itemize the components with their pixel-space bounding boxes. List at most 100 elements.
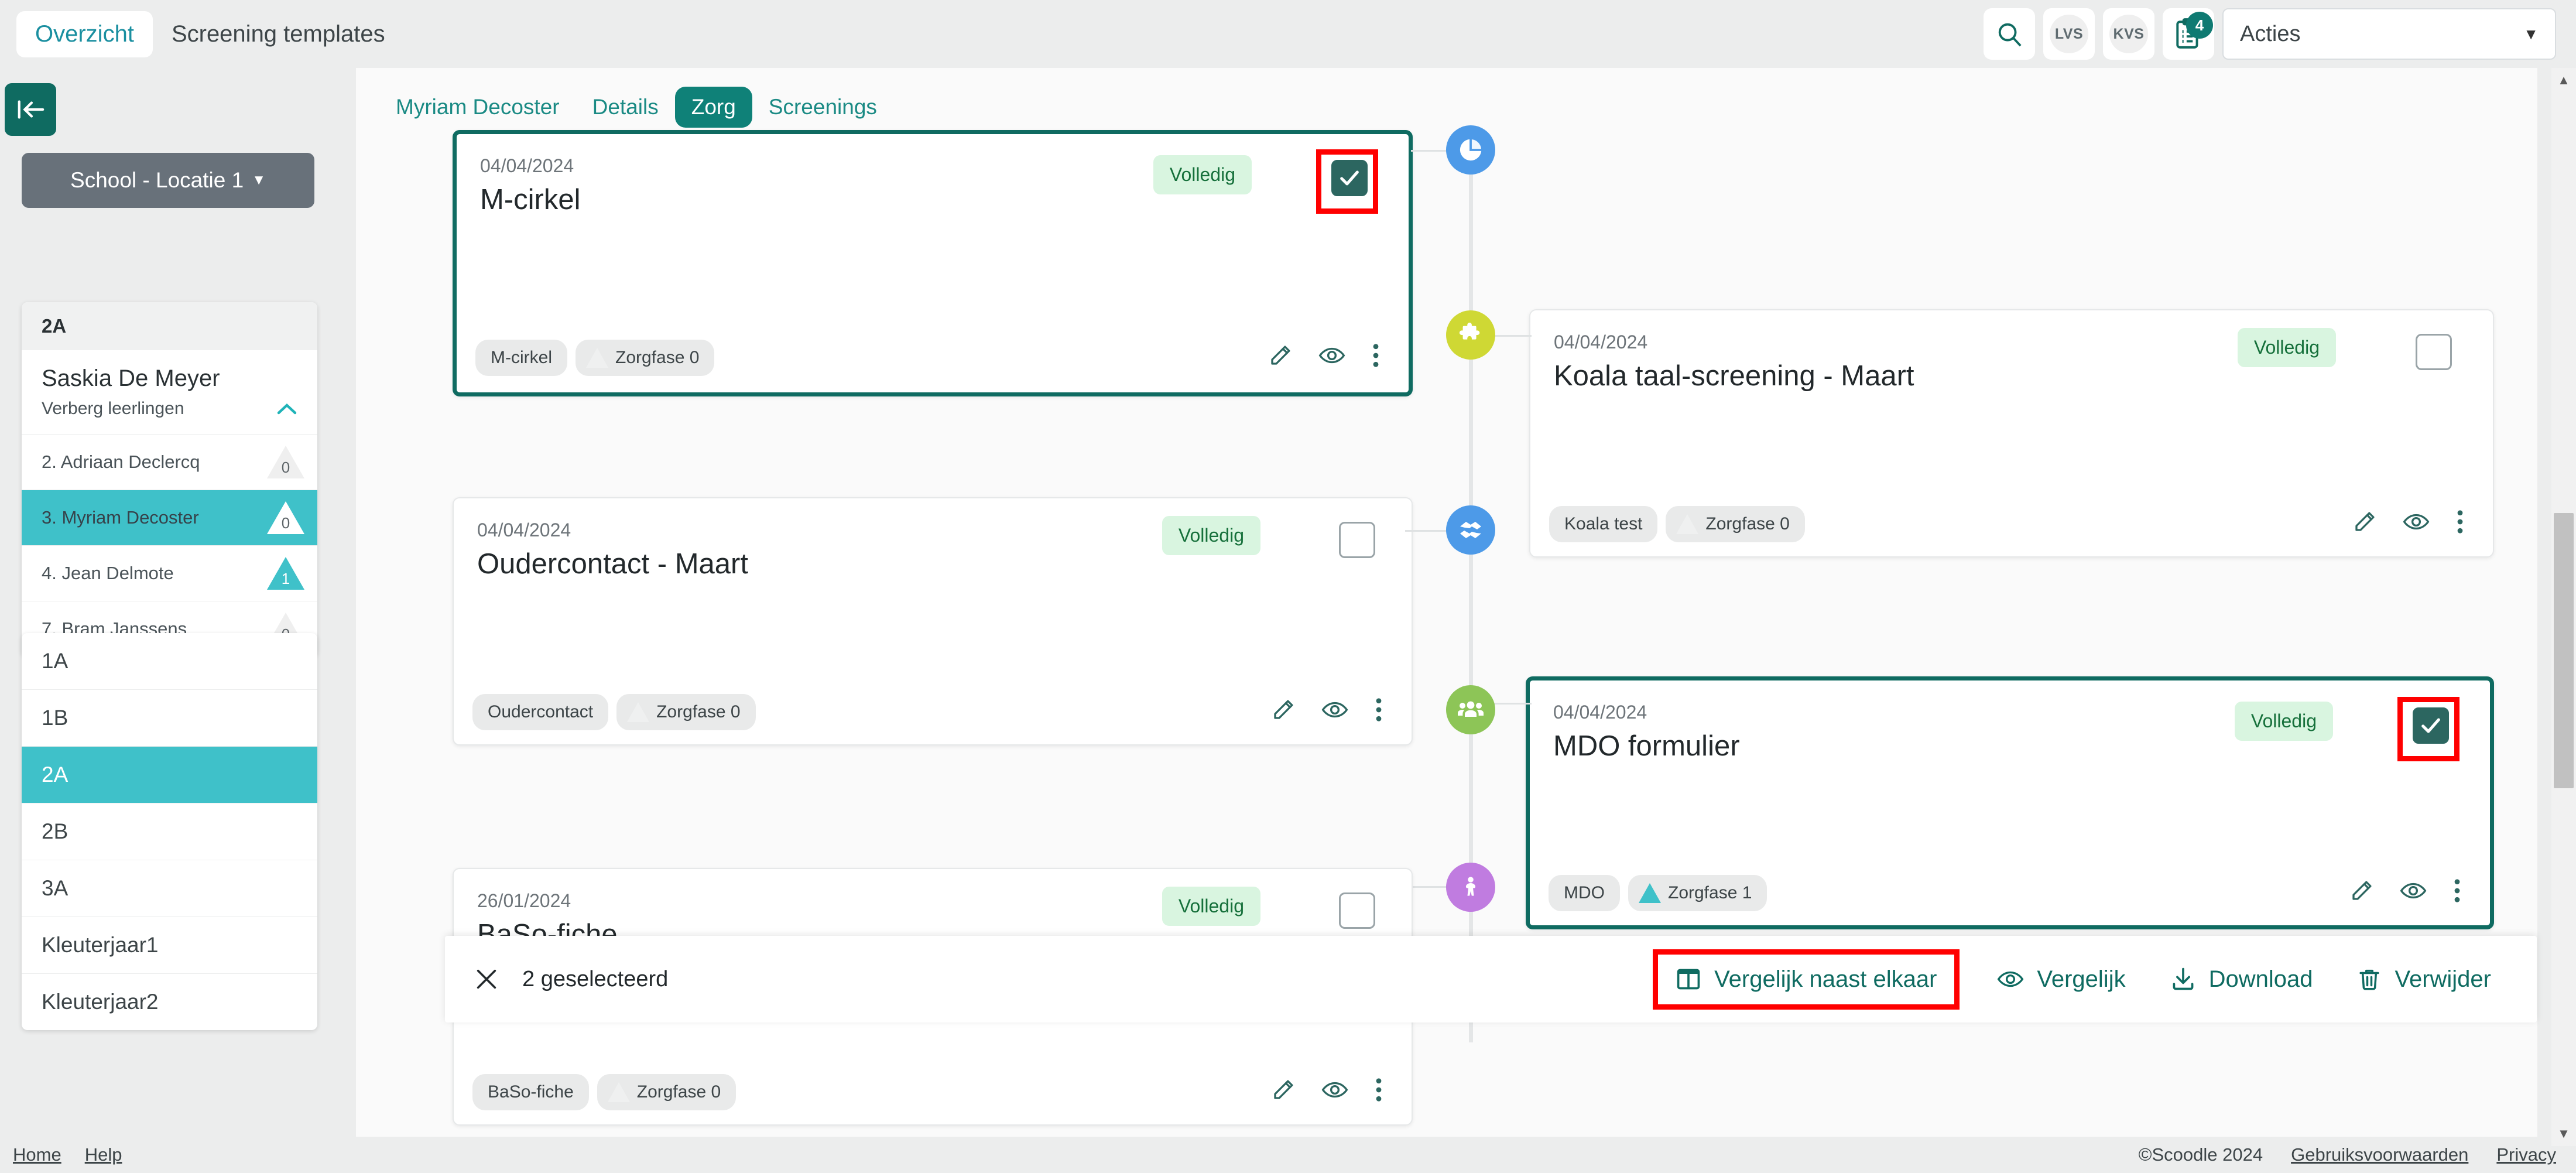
- card-title: MDO formulier: [1553, 730, 1740, 762]
- card-tag[interactable]: M-cirkel: [475, 340, 567, 376]
- timeline-node-people-group[interactable]: [1446, 685, 1495, 734]
- lvs-button[interactable]: LVS: [2043, 8, 2095, 60]
- card-tag[interactable]: Koala test: [1549, 506, 1658, 542]
- card-select-checkbox[interactable]: [2416, 334, 2452, 370]
- more-options-button[interactable]: [2452, 878, 2462, 903]
- tasks-badge: 4: [2186, 12, 2213, 39]
- zorgfase-triangle-icon: [627, 702, 650, 722]
- close-selection-button[interactable]: [473, 966, 500, 993]
- footer-right-links: ©Scoodle 2024 Gebruiksvoorwaarden Privac…: [2139, 1144, 2576, 1165]
- footer-link-help[interactable]: Help: [85, 1144, 122, 1165]
- card-tag-zorgfase[interactable]: Zorgfase 0: [597, 1074, 737, 1110]
- sidebar-item-class-2a[interactable]: 2A: [22, 747, 317, 803]
- collapse-sidebar-button[interactable]: [5, 83, 56, 136]
- more-options-button[interactable]: [2455, 509, 2465, 534]
- card-tag-zorgfase[interactable]: Zorgfase 0: [616, 694, 756, 730]
- edit-button[interactable]: [2352, 509, 2377, 534]
- breadcrumb-item-zorg[interactable]: Zorg: [674, 87, 752, 128]
- card-tag-zorgfase[interactable]: Zorgfase 0: [576, 340, 715, 376]
- card-date: 04/04/2024: [480, 155, 574, 176]
- delete-button[interactable]: Verwijder: [2335, 951, 2513, 1008]
- handshake-icon: [1457, 516, 1485, 544]
- sidebar-item-student[interactable]: 2. Adriaan Declercq 0: [22, 434, 317, 490]
- download-button[interactable]: Download: [2148, 951, 2335, 1008]
- sidebar-item-student-myriam-decoster[interactable]: 3. Myriam Decoster 0: [22, 490, 317, 545]
- sidebar-item-class-1a[interactable]: 1A: [22, 633, 317, 690]
- timeline-node-person[interactable]: [1446, 863, 1495, 912]
- edit-button[interactable]: [1268, 343, 1293, 368]
- sidebar-item-class-3a[interactable]: 3A: [22, 860, 317, 917]
- compare-side-by-side-label: Vergelijk naast elkaar: [1714, 966, 1937, 992]
- care-card-mdo-formulier[interactable]: 04/04/2024 MDO formulier Volledig MDO Zo…: [1526, 676, 2494, 929]
- timeline-node-puzzle[interactable]: [1446, 310, 1495, 360]
- selection-action-bar: 2 geselecteerd Vergelijk naast elkaar Ve…: [445, 936, 2537, 1022]
- eye-icon: [1321, 1082, 1348, 1098]
- sidebar-item-class-kleuterjaar1[interactable]: Kleuterjaar1: [22, 917, 317, 974]
- preview-button[interactable]: [2403, 509, 2430, 534]
- page-scrollbar[interactable]: ▲ ▼: [2551, 68, 2576, 1146]
- compare-side-by-side-button[interactable]: Vergelijk naast elkaar: [1653, 949, 1960, 1010]
- timeline-node-handshake[interactable]: [1446, 505, 1495, 555]
- compare-button[interactable]: Vergelijk: [1975, 951, 2147, 1008]
- breadcrumb: Myriam Decoster Details Zorg Screenings: [356, 68, 2537, 128]
- kebab-menu-icon: [1376, 1078, 1382, 1102]
- zorgfase-triangle-icon: [586, 348, 608, 368]
- card-tag[interactable]: MDO: [1549, 875, 1620, 911]
- preview-button[interactable]: [2400, 878, 2427, 903]
- card-date: 04/04/2024: [1553, 702, 1647, 723]
- sidebar-item-class-kleuterjaar2[interactable]: Kleuterjaar2: [22, 974, 317, 1030]
- footer-link-privacy[interactable]: Privacy: [2496, 1144, 2556, 1165]
- tab-overzicht[interactable]: Overzicht: [16, 11, 153, 57]
- scroll-down-arrow-icon[interactable]: ▼: [2551, 1121, 2576, 1146]
- preview-button[interactable]: [1318, 343, 1345, 368]
- tab-screening-templates[interactable]: Screening templates: [172, 21, 385, 47]
- zorgfase-triangle-icon: [1639, 883, 1661, 903]
- scrollbar-thumb[interactable]: [2554, 513, 2574, 788]
- school-location-selector[interactable]: School - Locatie 1 ▼: [22, 153, 314, 208]
- student-panel: 2A Saskia De Meyer Verberg leerlingen 2.…: [22, 302, 317, 656]
- student-label: 2. Adriaan Declercq: [42, 452, 200, 472]
- breadcrumb-item-student[interactable]: Myriam Decoster: [379, 87, 576, 128]
- breadcrumb-item-details[interactable]: Details: [576, 87, 675, 128]
- care-card-koala-taal-screening[interactable]: 04/04/2024 Koala taal-screening - Maart …: [1529, 309, 2494, 558]
- footer-link-terms[interactable]: Gebruiksvoorwaarden: [2291, 1144, 2468, 1165]
- acties-label: Acties: [2240, 21, 2301, 46]
- student-label: 4. Jean Delmote: [42, 563, 174, 583]
- more-options-button[interactable]: [1374, 1078, 1383, 1102]
- edit-button[interactable]: [1271, 697, 1296, 722]
- sidebar-item-student[interactable]: 4. Jean Delmote 1: [22, 545, 317, 601]
- tasks-button[interactable]: 4: [2163, 8, 2214, 60]
- app-root: Overzicht Screening templates LVS KVS 4 …: [0, 0, 2576, 1173]
- pencil-icon: [1271, 346, 1290, 365]
- card-select-checkbox[interactable]: [1339, 522, 1375, 558]
- card-select-checkbox[interactable]: [2413, 707, 2449, 744]
- card-tag[interactable]: BaSo-fiche: [472, 1074, 589, 1110]
- kvs-button[interactable]: KVS: [2103, 8, 2154, 60]
- card-select-checkbox[interactable]: [1331, 160, 1368, 196]
- search-button[interactable]: [1984, 8, 2035, 60]
- card-tag-zorgfase[interactable]: Zorgfase 1: [1628, 875, 1767, 911]
- more-options-button[interactable]: [1374, 697, 1383, 722]
- status-badge: Volledig: [1162, 887, 1260, 926]
- care-card-m-cirkel[interactable]: 04/04/2024 M-cirkel Volledig M-cirkel Zo…: [453, 130, 1413, 396]
- more-options-button[interactable]: [1371, 343, 1381, 368]
- top-navigation-bar: Overzicht Screening templates LVS KVS 4 …: [0, 0, 2576, 68]
- sidebar-item-class-2b[interactable]: 2B: [22, 803, 317, 860]
- acties-dropdown[interactable]: Acties ▼: [2222, 8, 2556, 60]
- card-tag[interactable]: Oudercontact: [472, 694, 609, 730]
- care-card-oudercontact[interactable]: 04/04/2024 Oudercontact - Maart Volledig…: [453, 497, 1413, 745]
- edit-button[interactable]: [2349, 878, 2374, 903]
- footer-link-home[interactable]: Home: [13, 1144, 61, 1165]
- card-tag-zorgfase[interactable]: Zorgfase 0: [1666, 506, 1805, 542]
- sidebar-item-class-1b[interactable]: 1B: [22, 690, 317, 747]
- class-list-panel: 1A 1B 2A 2B 3A Kleuterjaar1 Kleuterjaar2: [22, 633, 317, 1030]
- breadcrumb-item-screenings[interactable]: Screenings: [752, 87, 893, 128]
- preview-button[interactable]: [1321, 697, 1348, 722]
- scroll-up-arrow-icon[interactable]: ▲: [2551, 68, 2576, 93]
- card-title: Oudercontact - Maart: [477, 548, 748, 580]
- card-select-checkbox[interactable]: [1339, 892, 1375, 929]
- preview-button[interactable]: [1321, 1078, 1348, 1102]
- toggle-students-button[interactable]: Verberg leerlingen: [22, 396, 317, 434]
- timeline-node-pie-chart[interactable]: [1446, 125, 1495, 175]
- edit-button[interactable]: [1271, 1078, 1296, 1102]
